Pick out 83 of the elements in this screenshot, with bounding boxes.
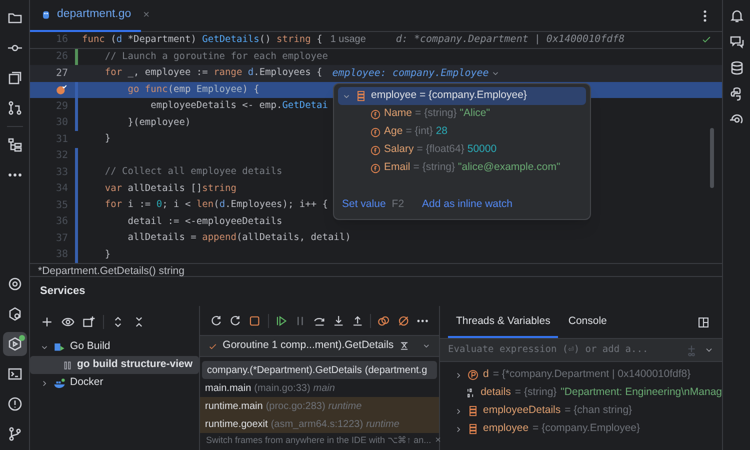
stack-frame[interactable]: main.main (main.go:33) main [200, 379, 439, 397]
pointer-icon [467, 369, 479, 381]
code-line: employeeDetails <- emp.GetDetai [150, 99, 328, 114]
goroutine-dropdown[interactable]: Goroutine 1 comp...ment).GetDetails [200, 335, 439, 357]
code-line: allDetails = append(allDetails, detail) [126, 231, 351, 246]
action-link[interactable]: Set value [342, 197, 386, 213]
breakpoint-icon[interactable] [55, 83, 68, 96]
code-line: // Launch a goroutine for each employee [104, 50, 328, 64]
pause-icon [62, 360, 73, 370]
stack-frame[interactable]: company.(*Department).GetDetails (department.g [202, 361, 437, 379]
check-icon [701, 34, 712, 46]
add-icon[interactable] [40, 315, 54, 329]
structure-icon[interactable] [6, 137, 22, 153]
notifications-icon[interactable] [728, 8, 744, 24]
step-into-icon[interactable] [332, 314, 346, 328]
filter-icon [398, 340, 410, 352]
code-line: for _, employee := range d.Employees { [104, 66, 322, 80]
pull-request-icon[interactable] [6, 100, 22, 116]
code-line: detail := <-employeeDetails [126, 214, 282, 229]
line-number: 27 [56, 66, 68, 81]
build-icon [53, 340, 66, 354]
variable-row[interactable]: details = {string} "Department: Engineering\nManag [440, 384, 722, 402]
code-line: // Collect all employee details [104, 165, 282, 180]
panel-title: Services [40, 284, 86, 300]
field-row[interactable]: Age = {int} 28 [338, 123, 586, 141]
rerun-icon[interactable] [210, 314, 224, 328]
whale-icon [53, 376, 66, 390]
new-group-icon[interactable] [82, 315, 96, 329]
layout-icon[interactable] [697, 316, 710, 329]
step-out-icon[interactable] [351, 314, 364, 328]
code-line: } [104, 248, 111, 262]
tool-window-button[interactable] [2, 332, 26, 356]
tree-item[interactable]: Go Build [30, 338, 199, 356]
code-line: go func(emp Employee) { [126, 82, 260, 97]
variable-row[interactable]: d = {*company.Department | 0x1400010fdf8} [440, 366, 722, 384]
chat-icon[interactable] [728, 34, 744, 50]
code-line: func (d *Department) GetDetails() string { [82, 32, 322, 47]
git-icon[interactable] [6, 426, 22, 442]
shortcut: F2 [392, 197, 404, 212]
stop-icon[interactable] [248, 314, 262, 328]
eye-icon[interactable] [61, 315, 75, 329]
services-icon[interactable] [6, 306, 22, 322]
inline-value[interactable]: employee: company.Employee [332, 66, 500, 81]
struct-icon [467, 405, 479, 417]
stack-frame[interactable]: runtime.main (proc.go:283) runtime [200, 397, 439, 415]
inline-value[interactable]: d: *company.Department | 0x1400010fdf8 [396, 32, 625, 48]
helm-icon[interactable] [6, 276, 22, 292]
breadcrumb[interactable]: *Department.GetDetails() string [30, 263, 722, 280]
tree-item[interactable]: Docker [30, 374, 199, 392]
code-line: var allDetails []string [104, 182, 236, 196]
variable-row[interactable]: employee = {company.Employee} [440, 420, 722, 438]
file-tab[interactable]: department.go [30, 0, 142, 32]
variable-row[interactable]: employeeDetails = {chan string} [440, 402, 722, 420]
field-row[interactable]: Name = {string} "Alice" [338, 105, 586, 123]
panel-tab[interactable]: Console [560, 308, 615, 338]
code-line: } [104, 132, 111, 146]
field-icon [370, 108, 381, 120]
tree-item[interactable]: go build structure-view [30, 356, 199, 374]
usage-hint[interactable]: 1 usage [330, 32, 366, 48]
debug-icon[interactable] [6, 336, 22, 352]
hint-text: Switch frames from anywhere in the IDE with ⌥⌘↑ an... [206, 434, 432, 447]
action-link[interactable]: Add as inline watch [422, 197, 513, 213]
windows-icon[interactable] [6, 70, 22, 86]
struct-icon [355, 90, 367, 102]
database-icon[interactable] [728, 60, 744, 76]
stack-frame[interactable]: runtime.goexit (asm_arm64.s:1223) runtime [200, 415, 439, 433]
code-line: }(employee) [126, 116, 191, 130]
resume-icon[interactable] [274, 314, 288, 328]
mute-breakpoints-icon[interactable] [396, 314, 410, 328]
field-icon [370, 126, 381, 138]
terminal-icon[interactable] [6, 366, 22, 382]
restart-icon[interactable] [229, 314, 242, 328]
code-line: for i := 0; i < len(d.Employees); i++ { [104, 198, 328, 212]
gopher-icon [40, 8, 52, 20]
problems-icon[interactable] [6, 396, 22, 412]
field-row[interactable]: Email = {string} "alice@example.com" [338, 159, 586, 177]
breakpoints-icon[interactable] [377, 314, 391, 328]
struct-icon [467, 423, 479, 435]
field-row[interactable]: Salary = {float64} 50000 [338, 141, 586, 159]
field-icon [370, 144, 381, 156]
field-icon [370, 162, 381, 174]
tree-row[interactable]: employee = {company.Employee} [338, 87, 586, 105]
scrollbar-thumb[interactable] [710, 128, 714, 188]
